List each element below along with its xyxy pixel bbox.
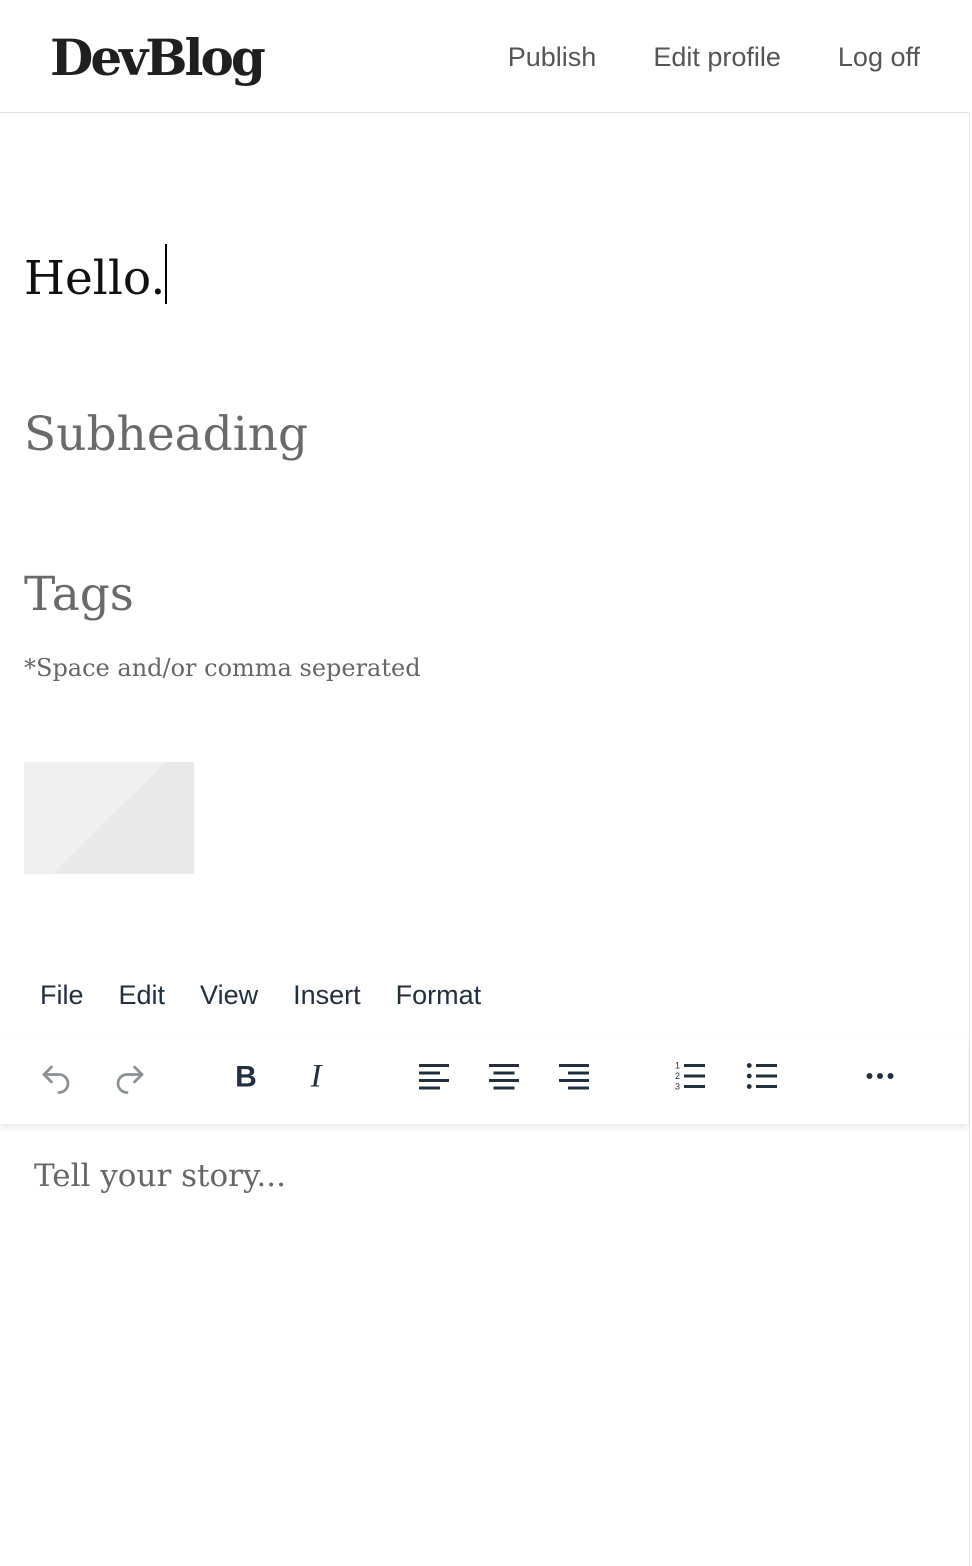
align-left-icon: [419, 1064, 449, 1090]
tags-hint: *Space and/or comma seperated: [24, 654, 421, 682]
align-center-icon: [489, 1064, 519, 1090]
bulleted-list-button[interactable]: [740, 1054, 784, 1098]
undo-icon: [42, 1065, 70, 1094]
text-caret: [165, 244, 168, 304]
undo-button[interactable]: [34, 1054, 78, 1098]
editor-body[interactable]: Tell your story...: [0, 1126, 968, 1566]
menu-insert[interactable]: Insert: [293, 978, 361, 1012]
bold-button[interactable]: B: [224, 1054, 268, 1098]
bulleted-list-icon: [746, 1063, 777, 1089]
svg-text:2: 2: [675, 1071, 680, 1081]
align-center-button[interactable]: [482, 1054, 526, 1098]
more-icon: [866, 1073, 894, 1079]
more-button[interactable]: [858, 1054, 902, 1098]
log-off-link[interactable]: Log off: [838, 40, 920, 74]
menu-view[interactable]: View: [200, 978, 258, 1012]
editor-body-placeholder: Tell your story...: [34, 1158, 286, 1194]
page: DevBlog Publish Edit profile Log off Hel…: [0, 0, 972, 1566]
svg-text:1: 1: [675, 1061, 680, 1071]
header-nav: Publish Edit profile Log off: [508, 40, 920, 74]
menu-edit[interactable]: Edit: [119, 978, 166, 1012]
align-right-button[interactable]: [552, 1054, 596, 1098]
menu-format[interactable]: Format: [396, 978, 482, 1012]
redo-icon: [116, 1065, 144, 1094]
editor-menubar: File Edit View Insert Format: [40, 978, 481, 1012]
post-title-text: Hello.: [24, 251, 166, 306]
page-edge-divider: [969, 0, 970, 1566]
align-left-button[interactable]: [412, 1054, 456, 1098]
italic-button[interactable]: I: [294, 1054, 338, 1098]
numbered-list-icon: 1 2 3: [675, 1061, 705, 1092]
top-navbar: DevBlog Publish Edit profile Log off: [0, 0, 970, 113]
redo-button[interactable]: [108, 1054, 152, 1098]
subheading-input[interactable]: Subheading: [24, 404, 924, 466]
menu-file[interactable]: File: [40, 978, 84, 1012]
italic-icon: I: [310, 1059, 324, 1095]
publish-link[interactable]: Publish: [508, 40, 597, 74]
post-title-input[interactable]: Hello.: [24, 244, 924, 310]
bold-icon: B: [235, 1061, 257, 1094]
editor-toolbar: B I 1 2 3: [0, 1040, 968, 1125]
tags-input[interactable]: Tags: [24, 564, 924, 626]
svg-text:B: B: [235, 1061, 257, 1094]
svg-text:I: I: [310, 1059, 324, 1095]
site-logo[interactable]: DevBlog: [50, 26, 266, 90]
cover-image-placeholder[interactable]: [24, 762, 194, 874]
edit-profile-link[interactable]: Edit profile: [653, 40, 781, 74]
align-right-icon: [559, 1064, 589, 1090]
svg-text:3: 3: [675, 1082, 680, 1092]
numbered-list-button[interactable]: 1 2 3: [668, 1054, 712, 1098]
